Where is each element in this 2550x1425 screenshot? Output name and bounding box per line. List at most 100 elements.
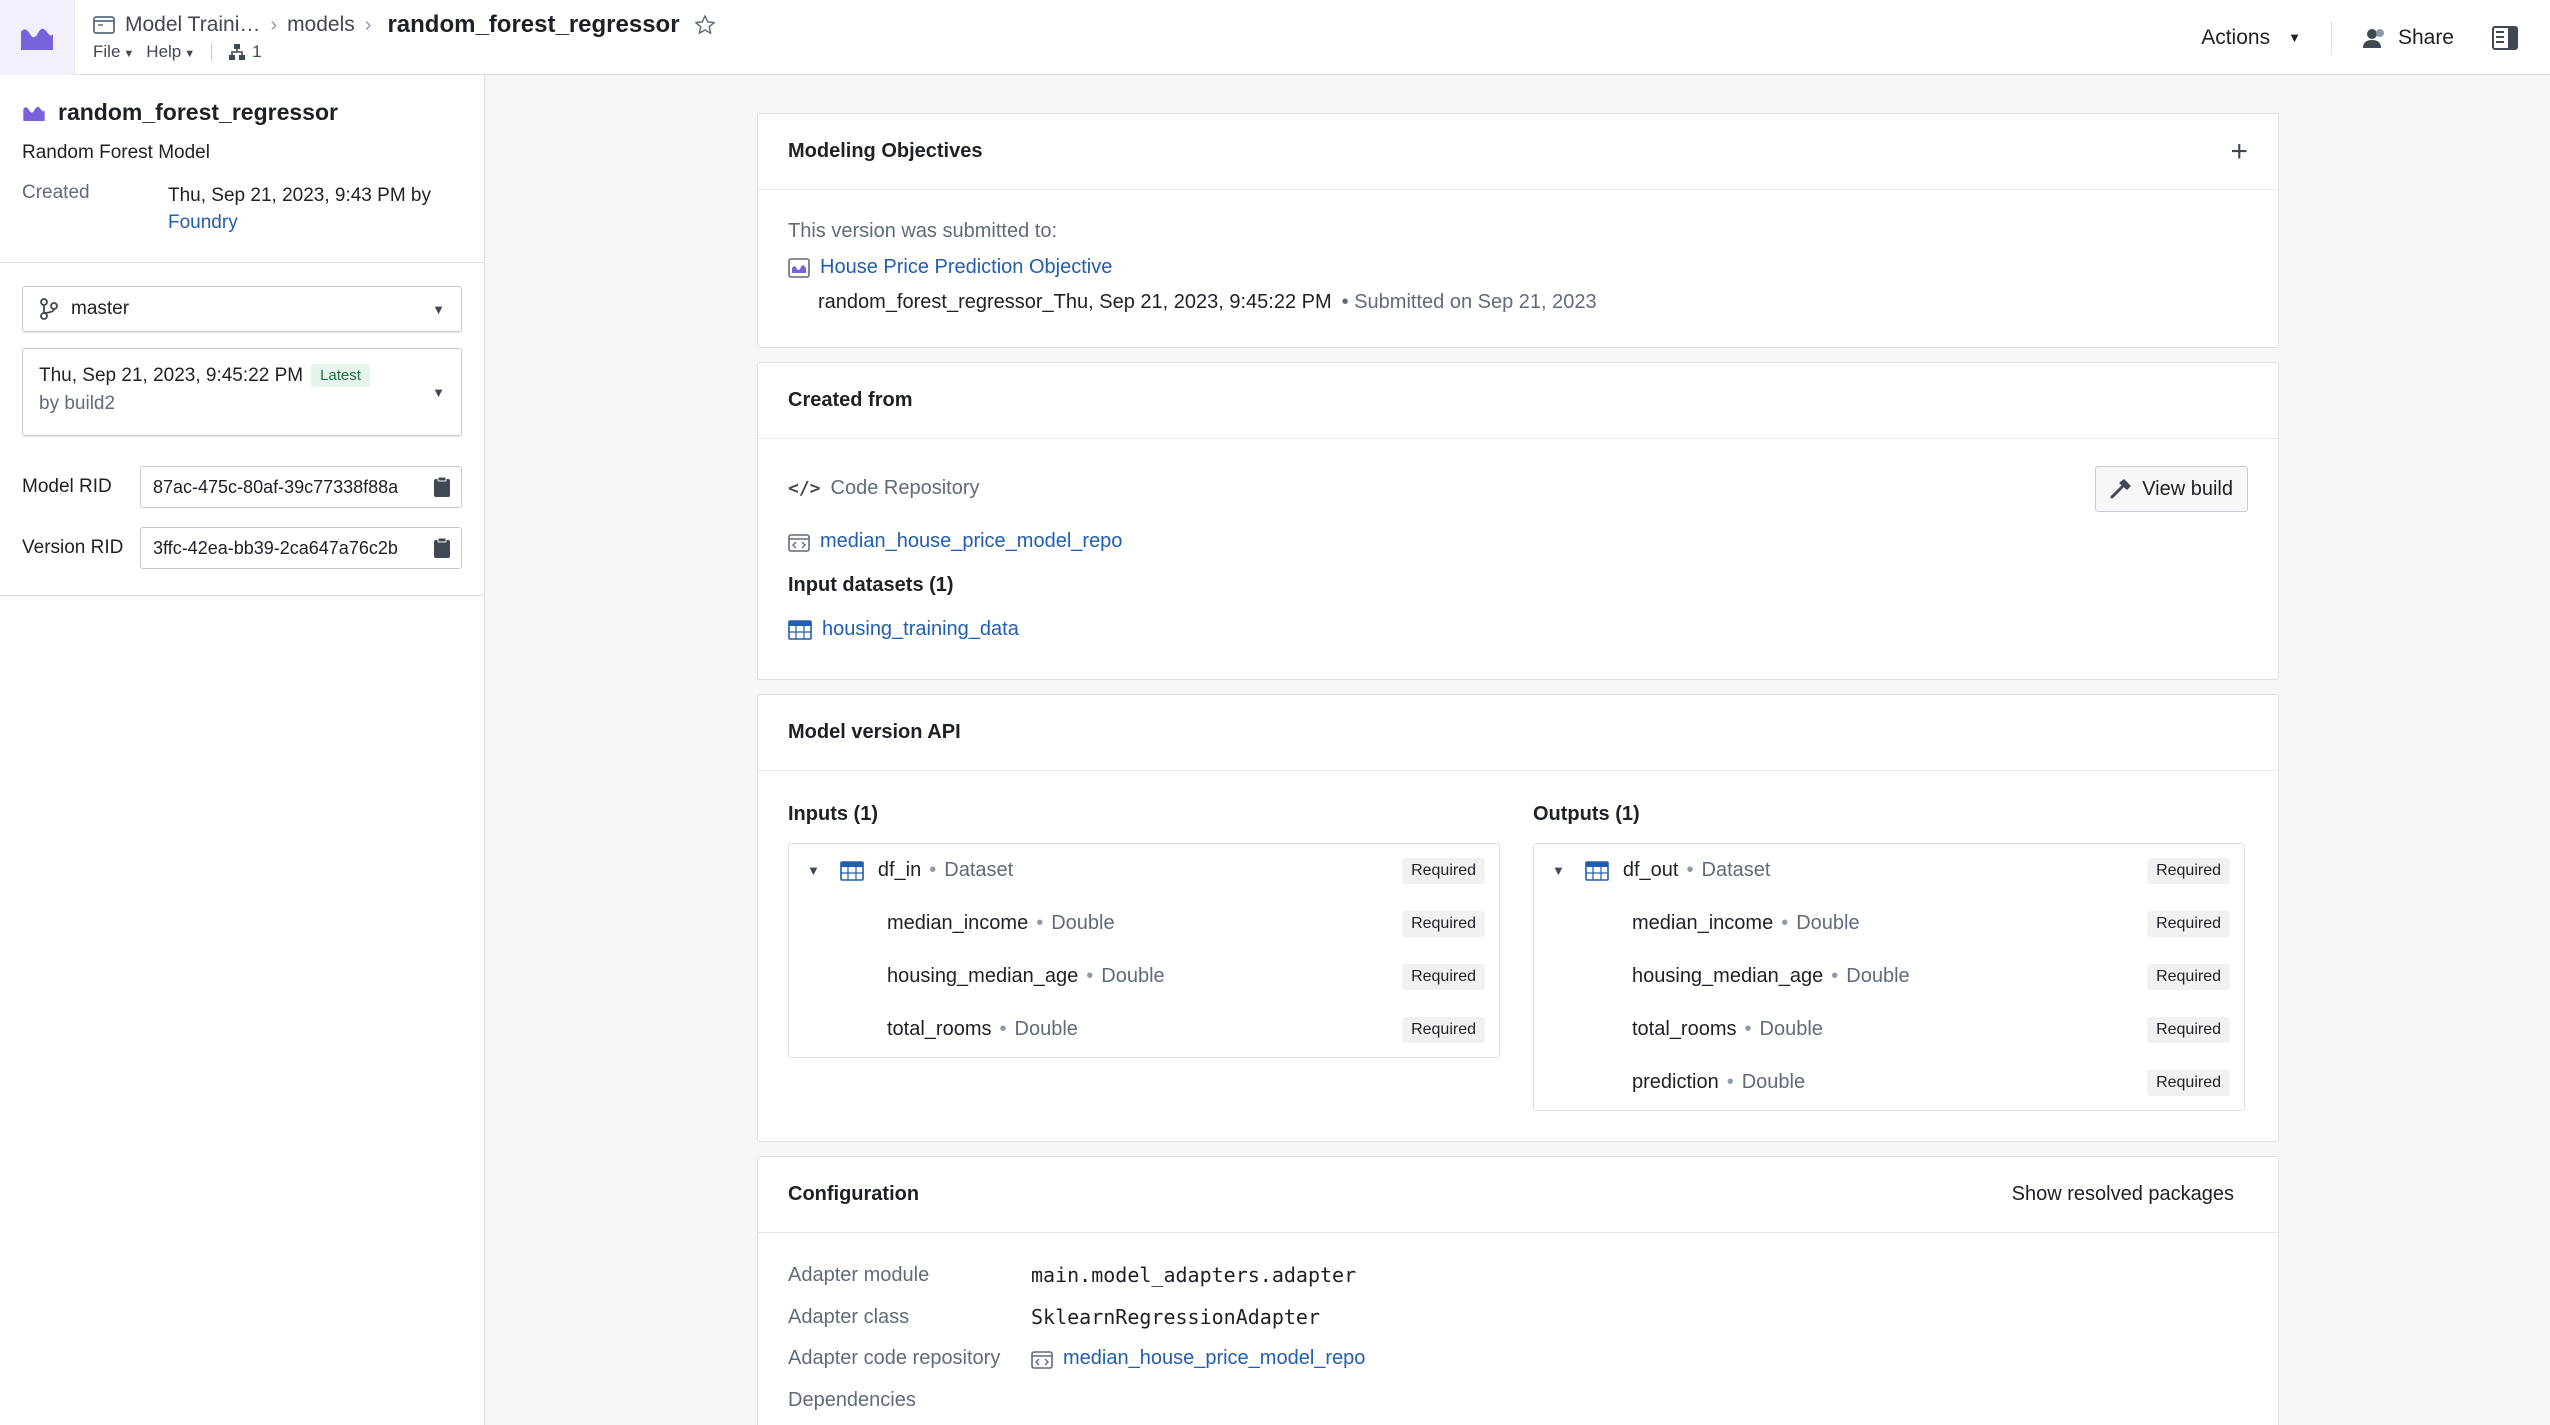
model-rid-field[interactable]: 87ac-475c-80af-39c77338f88a xyxy=(140,466,462,508)
objective-row: House Price Prediction Objective xyxy=(788,256,1112,279)
modeling-objectives-card: Modeling Objectives + This version was s… xyxy=(757,113,2279,348)
required-tag: Required xyxy=(2147,1016,2230,1043)
chevron-right-icon: › xyxy=(364,13,372,36)
branches-count: 1 xyxy=(252,42,262,61)
dataset-link[interactable]: housing_training_data xyxy=(822,618,1019,641)
submission-name: random_forest_regressor_Thu, Sep 21, 202… xyxy=(818,291,1332,313)
separator-dot: • xyxy=(1831,965,1839,987)
outputs-label: Outputs (1) xyxy=(1533,803,1640,825)
separator-dot: • xyxy=(1686,859,1694,881)
view-build-button[interactable]: View build xyxy=(2095,466,2248,512)
input-dataset-row[interactable]: ▼ df_in • Dataset Required xyxy=(789,844,1499,897)
submitted-text: This version was submitted to: xyxy=(788,220,1057,242)
source-type-row: </> Code Repository xyxy=(788,477,979,500)
configuration-card: Configuration Show resolved packages Ada… xyxy=(757,1156,2279,1425)
star-icon[interactable] xyxy=(694,14,716,36)
output-type: Dataset xyxy=(1701,859,1771,881)
created-by-link[interactable]: Foundry xyxy=(168,212,238,233)
clipboard-icon[interactable] xyxy=(433,537,451,559)
input-type: Dataset xyxy=(944,859,1014,881)
column-type: Double xyxy=(1846,965,1910,987)
input-column-row: total_rooms • Double Required xyxy=(789,1003,1499,1056)
branch-name: master xyxy=(71,298,130,319)
column-type: Double xyxy=(1796,912,1860,934)
file-menu[interactable]: File ▼ xyxy=(93,42,134,62)
breadcrumb-project[interactable]: Model Traini… xyxy=(125,13,260,37)
people-icon xyxy=(2362,28,2384,48)
outputs-section: Outputs (1) ▼ df_out • Dataset Required … xyxy=(1533,803,2245,1111)
output-column-row: total_rooms • Double Required xyxy=(1534,1003,2244,1056)
created-from-card: Created from </> Code Repository View bu… xyxy=(757,362,2279,680)
column-type: Double xyxy=(1051,912,1115,934)
breadcrumb: Model Traini… › models › random_forest_r… xyxy=(93,8,716,42)
caret-down-icon: ▼ xyxy=(432,385,445,400)
output-dataset-row[interactable]: ▼ df_out • Dataset Required xyxy=(1534,844,2244,897)
model-title: random_forest_regressor xyxy=(22,99,462,126)
latest-badge: Latest xyxy=(311,364,370,387)
actions-label: Actions xyxy=(2201,25,2271,49)
adapter-class-label: Adapter class xyxy=(788,1305,910,1328)
top-bar: Model Traini… › models › random_forest_r… xyxy=(0,0,2550,75)
help-menu[interactable]: Help ▼ xyxy=(146,42,195,62)
breadcrumb-folder[interactable]: models xyxy=(287,13,355,37)
created-label: Created xyxy=(22,182,90,203)
panel-toggle-icon[interactable] xyxy=(2484,20,2526,56)
page-title: random_forest_regressor xyxy=(387,11,680,38)
required-tag: Required xyxy=(2147,963,2230,990)
caret-down-icon[interactable]: ▼ xyxy=(1552,863,1565,878)
branch-select[interactable]: master ▼ xyxy=(22,286,462,332)
app-logo-icon[interactable] xyxy=(0,0,75,75)
model-rid-row: Model RID 87ac-475c-80af-39c77338f88a xyxy=(22,466,462,508)
required-tag: Required xyxy=(1402,963,1485,990)
output-column-row: prediction • Double Required xyxy=(1534,1056,2244,1109)
input-name: df_in xyxy=(877,859,922,881)
adapter-module-row: Adapter module main.model_adapters.adapt… xyxy=(788,1263,1356,1287)
model-description: Random Forest Model xyxy=(22,142,210,163)
adapter-repo-link[interactable]: median_house_price_model_repo xyxy=(1063,1347,1365,1370)
separator-dot: • xyxy=(999,1018,1007,1040)
dependencies-row: Dependencies xyxy=(788,1389,1031,1412)
dataset-icon xyxy=(840,860,864,881)
configuration-title: Configuration xyxy=(788,1183,920,1205)
separator-dot: • xyxy=(1086,965,1094,987)
share-button[interactable]: Share xyxy=(2354,20,2462,56)
objective-link[interactable]: House Price Prediction Objective xyxy=(820,256,1112,279)
version-rid-field[interactable]: 3ffc-42ea-bb39-2ca647a76c2b xyxy=(140,527,462,569)
top-actions: Actions ▼ Share xyxy=(2193,0,2526,75)
branches-indicator[interactable]: 1 xyxy=(228,42,262,62)
column-type: Double xyxy=(1101,965,1165,987)
required-tag: Required xyxy=(2147,857,2230,884)
caret-down-icon[interactable]: ▼ xyxy=(807,863,820,878)
version-date: Thu, Sep 21, 2023, 9:45:22 PM xyxy=(39,364,304,386)
caret-down-icon: ▼ xyxy=(2288,30,2301,45)
adapter-class-value: SklearnRegressionAdapter xyxy=(1031,1305,1320,1329)
repo-link[interactable]: median_house_price_model_repo xyxy=(820,530,1122,553)
input-column-row: median_income • Double Required xyxy=(789,897,1499,950)
view-build-label: View build xyxy=(2142,477,2233,500)
clipboard-icon[interactable] xyxy=(433,476,451,498)
menu-bar: File ▼ Help ▼ 1 xyxy=(93,42,262,62)
objective-icon xyxy=(788,257,810,278)
column-name: total_rooms xyxy=(887,1018,992,1040)
outputs-box: ▼ df_out • Dataset Required median_incom… xyxy=(1533,843,2245,1111)
objectives-title: Modeling Objectives xyxy=(788,140,983,162)
created-from-title: Created from xyxy=(788,389,913,411)
separator-dot: • xyxy=(929,859,937,881)
column-type: Double xyxy=(1759,1018,1823,1040)
version-select[interactable]: Thu, Sep 21, 2023, 9:45:22 PM Latest by … xyxy=(22,348,462,436)
folder-icon xyxy=(93,16,115,34)
inputs-label: Inputs (1) xyxy=(788,803,878,825)
created-value: Thu, Sep 21, 2023, 9:43 PM by xyxy=(168,185,432,206)
submission-row: random_forest_regressor_Thu, Sep 21, 202… xyxy=(818,291,1597,314)
required-tag: Required xyxy=(1402,857,1485,884)
git-branch-icon xyxy=(40,298,58,320)
show-resolved-packages-button[interactable]: Show resolved packages xyxy=(2012,1183,2248,1206)
required-tag: Required xyxy=(2147,1069,2230,1096)
separator-dot: • xyxy=(1781,912,1789,934)
version-rid-label: Version RID xyxy=(22,537,124,558)
inputs-section: Inputs (1) ▼ df_in • Dataset Required me… xyxy=(788,803,1500,1058)
api-title: Model version API xyxy=(788,721,961,743)
required-tag: Required xyxy=(1402,910,1485,937)
actions-button[interactable]: Actions ▼ xyxy=(2193,20,2309,56)
add-icon[interactable]: + xyxy=(2230,135,2248,169)
